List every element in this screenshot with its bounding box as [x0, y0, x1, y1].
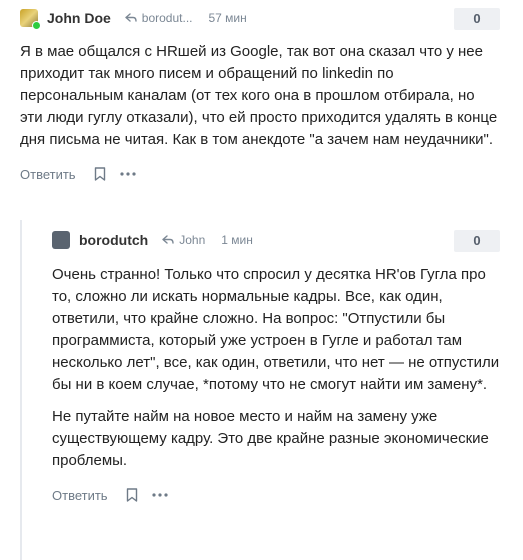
- avatar[interactable]: [52, 231, 70, 249]
- more-button[interactable]: [119, 172, 136, 176]
- reply-to-link[interactable]: John: [162, 233, 205, 247]
- comment-body: Я в мае общался с HRшей из Google, так в…: [20, 41, 500, 151]
- comment-actions: Ответить: [20, 161, 500, 187]
- bookmark-button[interactable]: [94, 167, 106, 181]
- bookmark-icon: [94, 167, 105, 181]
- reply-to-name: borodut...: [141, 11, 193, 25]
- comment-paragraph: Я в мае общался с HRшей из Google, так в…: [20, 43, 498, 148]
- more-dots-icon: [119, 172, 136, 176]
- comment-score: 0: [454, 8, 500, 30]
- reply-button[interactable]: Ответить: [20, 167, 76, 182]
- comment-actions: Ответить: [52, 482, 500, 508]
- reply-to-link[interactable]: borodut...: [125, 11, 193, 25]
- online-indicator: [32, 21, 41, 30]
- author-name[interactable]: borodutch: [79, 232, 148, 248]
- comment-time[interactable]: 1 мин: [221, 233, 253, 247]
- comment-time[interactable]: 57 мин: [208, 11, 246, 25]
- reply-arrow-icon: [125, 13, 137, 22]
- comment-reply: borodutch John 1 мин 0 Очень странно! То…: [52, 222, 500, 508]
- more-dots-icon: [151, 493, 168, 497]
- more-button[interactable]: [151, 493, 168, 497]
- comment-paragraph: Не путайте найм на новое место и найм на…: [52, 408, 489, 469]
- author-name[interactable]: John Doe: [47, 10, 111, 26]
- comment-body: Очень странно! Только что спросил у деся…: [52, 264, 500, 472]
- comment: John Doe borodut... 57 мин 0 Я в мае общ…: [20, 0, 500, 187]
- comment-score: 0: [454, 230, 500, 252]
- thread-line: [20, 220, 22, 560]
- avatar[interactable]: [20, 9, 41, 30]
- comment-paragraph: Очень странно! Только что спросил у деся…: [52, 266, 500, 393]
- reply-arrow-icon: [162, 235, 174, 244]
- comment-header: John Doe borodut... 57 мин 0: [20, 0, 500, 36]
- comment-header: borodutch John 1 мин 0: [52, 222, 500, 258]
- reply-button[interactable]: Ответить: [52, 488, 108, 503]
- reply-to-name: John: [179, 233, 206, 247]
- bookmark-button[interactable]: [126, 488, 138, 502]
- bookmark-icon: [126, 488, 137, 502]
